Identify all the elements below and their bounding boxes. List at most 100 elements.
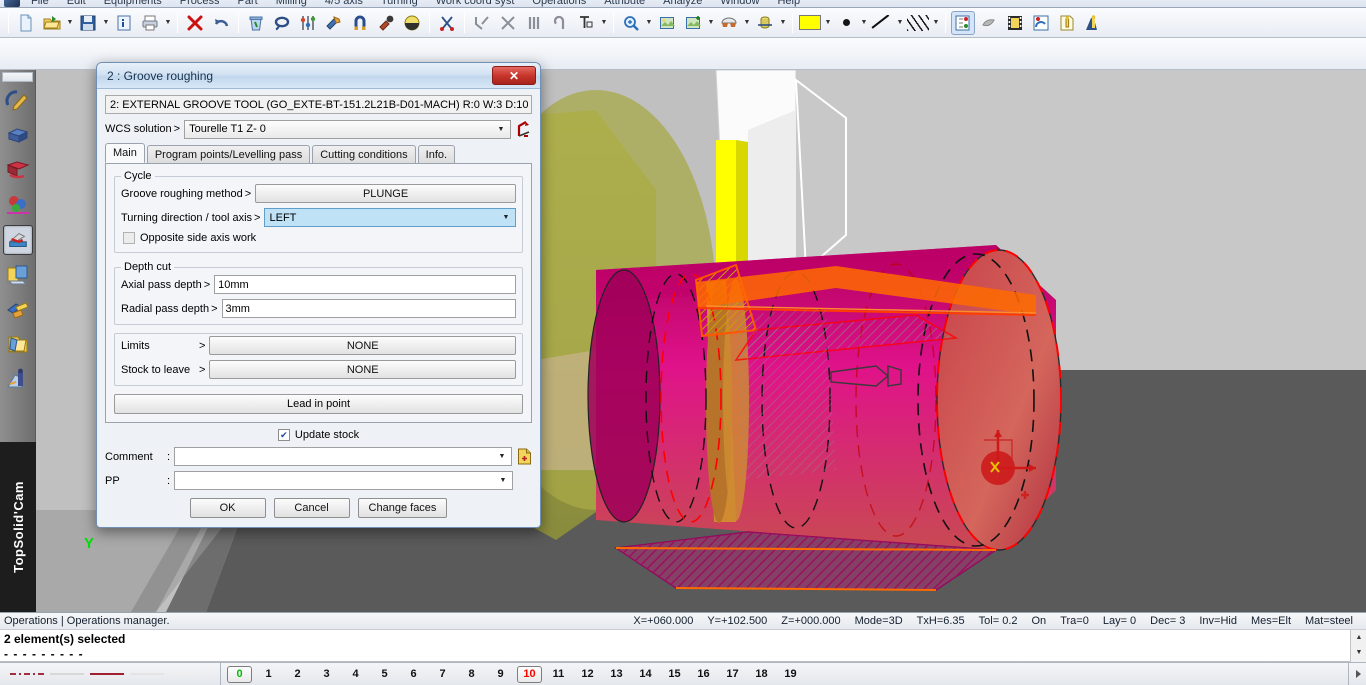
zoom-dropdown-arrow-icon[interactable]: ▼ (644, 12, 654, 34)
menu-item-help[interactable]: Help (768, 0, 809, 7)
menu-item-part[interactable]: Part (229, 0, 267, 7)
chevron-down-icon[interactable]: ▼ (496, 472, 510, 489)
fit-view-icon[interactable] (655, 11, 679, 35)
cancel-button[interactable]: Cancel (273, 498, 350, 518)
close-icon[interactable]: ✕ (492, 66, 536, 85)
comment-input[interactable]: ▼ (174, 447, 512, 466)
save-dropdown-arrow-icon[interactable]: ▼ (101, 12, 111, 34)
layer-18[interactable]: 18 (749, 666, 774, 683)
arc-icon[interactable] (548, 11, 572, 35)
menu-item-work-coord-syst[interactable]: Work coord syst (427, 0, 524, 7)
filmstrip-icon[interactable] (1003, 11, 1027, 35)
line-style-faint[interactable] (130, 669, 164, 679)
chevron-down-icon[interactable]: ▼ (494, 121, 508, 138)
save-icon[interactable] (76, 11, 100, 35)
layer-3[interactable]: 3 (314, 666, 339, 683)
sidebar-item-assembly[interactable] (3, 190, 33, 220)
scroll-up-icon[interactable]: ▲ (1351, 630, 1366, 645)
point-dropdown-arrow-icon[interactable]: ▼ (859, 12, 869, 34)
open-folder-icon[interactable] (40, 11, 64, 35)
text-dropdown-arrow-icon[interactable]: ▼ (599, 12, 609, 34)
layer-16[interactable]: 16 (691, 666, 716, 683)
layer-0[interactable]: 0 (227, 665, 252, 683)
stock-to-leave-button[interactable]: NONE (209, 360, 516, 379)
update-stock-checkbox[interactable]: ✔ (277, 429, 290, 441)
parallel-lines-icon[interactable] (522, 11, 546, 35)
change-faces-button[interactable]: Change faces (357, 498, 448, 518)
tool-description-field[interactable]: 2: EXTERNAL GROOVE TOOL (GO_EXTE-BT-151.… (105, 95, 532, 114)
layer-11[interactable]: 11 (546, 666, 571, 683)
line-style-icon[interactable] (870, 11, 894, 35)
menu-item-file[interactable]: File (22, 0, 58, 7)
menu-item-equipments[interactable]: Equipments (95, 0, 171, 7)
ok-button[interactable]: OK (189, 498, 266, 518)
menu-item-edit[interactable]: Edit (58, 0, 95, 7)
layer-7[interactable]: 7 (430, 666, 455, 683)
opposite-side-checkbox[interactable] (123, 232, 135, 244)
layer-15[interactable]: 15 (662, 666, 687, 683)
menu-item-process[interactable]: Process (171, 0, 229, 7)
sidebar-item-machining[interactable] (2, 225, 33, 255)
message-scrollbar[interactable]: ▲ ▼ (1350, 630, 1366, 662)
print-icon[interactable] (138, 11, 162, 35)
menu-item-operations[interactable]: Operations (523, 0, 595, 7)
layer-19[interactable]: 19 (778, 666, 803, 683)
image-capture-icon[interactable] (681, 11, 705, 35)
open-dropdown-arrow-icon[interactable]: ▼ (65, 12, 75, 34)
hatch-dropdown-arrow-icon[interactable]: ▼ (931, 12, 941, 34)
sidebar-item-tool-library[interactable] (3, 260, 33, 290)
layer-10[interactable]: 10 (517, 665, 542, 683)
layer-1[interactable]: 1 (256, 666, 281, 683)
layer-2[interactable]: 2 (285, 666, 310, 683)
wcs-solution-select[interactable]: Tourelle T1 Z- 0 ▼ (184, 119, 511, 139)
line-style-solid[interactable] (90, 669, 124, 679)
menu-item-analyze[interactable]: Analyze (654, 0, 711, 7)
line-style-dash-dot[interactable] (10, 669, 44, 679)
layer-scroll-right[interactable] (1348, 662, 1366, 685)
layer-6[interactable]: 6 (401, 666, 426, 683)
chevron-down-icon[interactable]: ▼ (495, 448, 509, 465)
dialog-titlebar[interactable]: 2 : Groove roughing ✕ (97, 63, 540, 89)
document-info-icon[interactable] (112, 11, 136, 35)
layer-12[interactable]: 12 (575, 666, 600, 683)
point-style-icon[interactable] (834, 11, 858, 35)
section-dropdown-arrow-icon[interactable]: ▼ (778, 12, 788, 34)
tab-cutting-conditions[interactable]: Cutting conditions (312, 145, 416, 163)
tab-program-points[interactable]: Program points/Levelling pass (146, 145, 311, 163)
recycle-bin-icon[interactable] (244, 11, 268, 35)
axial-pass-depth-input[interactable]: 10mm (214, 275, 516, 294)
post-process-icon[interactable] (1081, 11, 1105, 35)
hammer-tool-icon[interactable] (322, 11, 346, 35)
paint-tool-icon[interactable] (374, 11, 398, 35)
color-dropdown-arrow-icon[interactable]: ▼ (823, 12, 833, 34)
delete-x-icon[interactable] (183, 11, 207, 35)
tab-main[interactable]: Main (105, 143, 145, 163)
menu-item-turning[interactable]: Turning (372, 0, 427, 7)
render-dropdown-arrow-icon[interactable]: ▼ (742, 12, 752, 34)
layer-4[interactable]: 4 (343, 666, 368, 683)
cut-scissors-icon[interactable] (435, 11, 459, 35)
simulation-icon[interactable] (977, 11, 1001, 35)
menu-item-milling[interactable]: Milling (267, 0, 316, 7)
tab-info[interactable]: Info. (417, 145, 456, 163)
layer-8[interactable]: 8 (459, 666, 484, 683)
polyline-icon[interactable] (470, 11, 494, 35)
zoom-icon[interactable] (619, 11, 643, 35)
undo-icon[interactable] (209, 11, 233, 35)
sidebar-item-solid[interactable] (3, 120, 33, 150)
document-tool-icon[interactable] (1055, 11, 1079, 35)
layer-5[interactable]: 5 (372, 666, 397, 683)
layer-9[interactable]: 9 (488, 666, 513, 683)
magnet-tool-icon[interactable] (348, 11, 372, 35)
sidebar-item-surface[interactable] (3, 155, 33, 185)
turning-direction-select[interactable]: LEFT ▼ (264, 208, 516, 227)
opposite-side-row[interactable]: Opposite side axis work (123, 232, 516, 244)
lasso-select-icon[interactable] (270, 11, 294, 35)
layer-13[interactable]: 13 (604, 666, 629, 683)
scroll-down-icon[interactable]: ▼ (1351, 645, 1366, 660)
section-view-icon[interactable] (753, 11, 777, 35)
operations-tree-icon[interactable] (951, 10, 975, 35)
hatch-style-icon[interactable] (906, 11, 930, 35)
new-note-icon[interactable] (516, 448, 532, 466)
print-dropdown-arrow-icon[interactable]: ▼ (163, 12, 173, 34)
